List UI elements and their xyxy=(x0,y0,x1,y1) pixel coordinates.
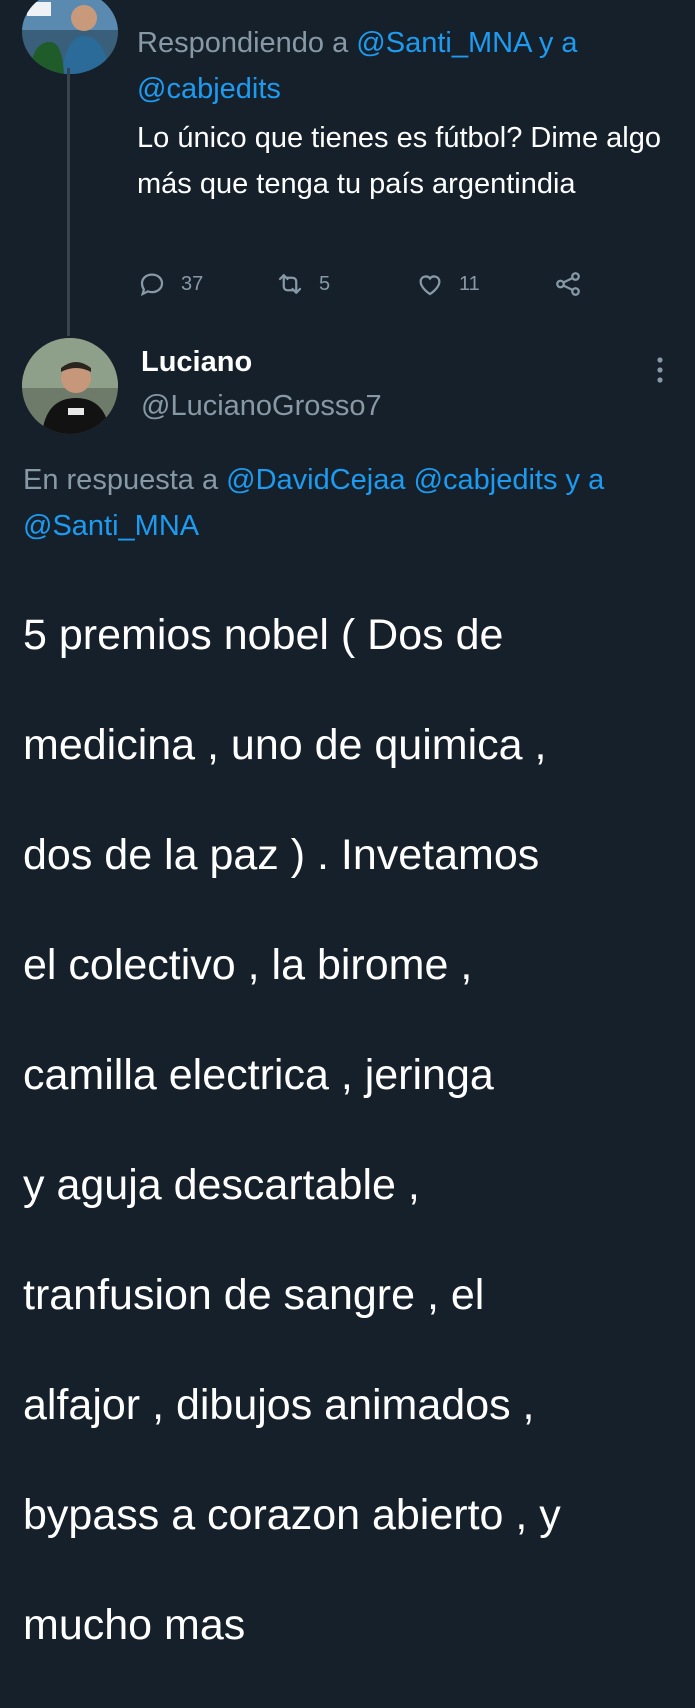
tweet-line: alfajor , dibujos animados , xyxy=(23,1381,535,1429)
thread-connector xyxy=(67,68,70,336)
reply-button[interactable]: 37 xyxy=(137,262,203,306)
top-tweet-text: Lo único que tienes es fútbol? Dime algo… xyxy=(137,122,661,200)
reply-context-main: En respuesta a @DavidCejaa @cabjedits y … xyxy=(23,457,683,549)
reply-context-top: Respondiendo a @Santi_MNA y a @cabjedits xyxy=(137,20,677,112)
author-handle[interactable]: @LucianoGrosso7 xyxy=(141,390,382,423)
tweet-line: el colectivo , la birome , xyxy=(23,941,473,989)
like-button[interactable]: 11 xyxy=(415,262,480,306)
mention-davidcejaa[interactable]: @DavidCejaa xyxy=(226,464,405,496)
author-name[interactable]: Luciano xyxy=(141,346,252,379)
reply-joiner: y a xyxy=(565,464,605,496)
reply-prefix: Respondiendo a xyxy=(137,27,349,59)
share-icon xyxy=(556,272,580,296)
mention-santi[interactable]: @Santi_MNA xyxy=(23,510,199,542)
tweet-line: y aguja descartable , xyxy=(23,1161,420,1209)
avatar-luciano[interactable] xyxy=(22,338,118,434)
tweet-line: dos de la paz ) . Invetamos xyxy=(23,831,540,879)
reply-count: 37 xyxy=(181,272,204,295)
tweet-actions-bar: 37 5 11 xyxy=(137,262,607,306)
reply-joiner: y a xyxy=(538,27,578,59)
retweet-count: 5 xyxy=(319,272,331,295)
speech-bubble-icon xyxy=(140,273,164,297)
main-tweet-text: 5 premios nobel ( Dos de medicina , uno … xyxy=(23,553,683,1708)
reply-prefix: En respuesta a xyxy=(23,464,219,496)
tweet-line: bypass a corazon abierto , y xyxy=(23,1491,561,1539)
heart-icon xyxy=(419,275,441,296)
tweet-line: mucho mas xyxy=(23,1601,246,1649)
mention-santi[interactable]: @Santi_MNA xyxy=(356,27,531,59)
like-count: 11 xyxy=(459,272,480,295)
mention-cabjedits[interactable]: @cabjedits xyxy=(414,464,558,496)
mention-cabjedits[interactable]: @cabjedits xyxy=(137,73,281,105)
more-options-icon[interactable] xyxy=(645,352,675,388)
retweet-button[interactable]: 5 xyxy=(275,262,330,306)
tweet-line: medicina , uno de quimica , xyxy=(23,721,547,769)
retweet-icon xyxy=(278,274,302,294)
tweet-line: camilla electrica , jeringa xyxy=(23,1051,494,1099)
share-button[interactable] xyxy=(553,262,583,306)
tweet-line: tranfusion de sangre , el xyxy=(23,1271,485,1319)
avatar-top-user[interactable] xyxy=(22,0,118,74)
tweet-line: 5 premios nobel ( Dos de xyxy=(23,611,504,659)
